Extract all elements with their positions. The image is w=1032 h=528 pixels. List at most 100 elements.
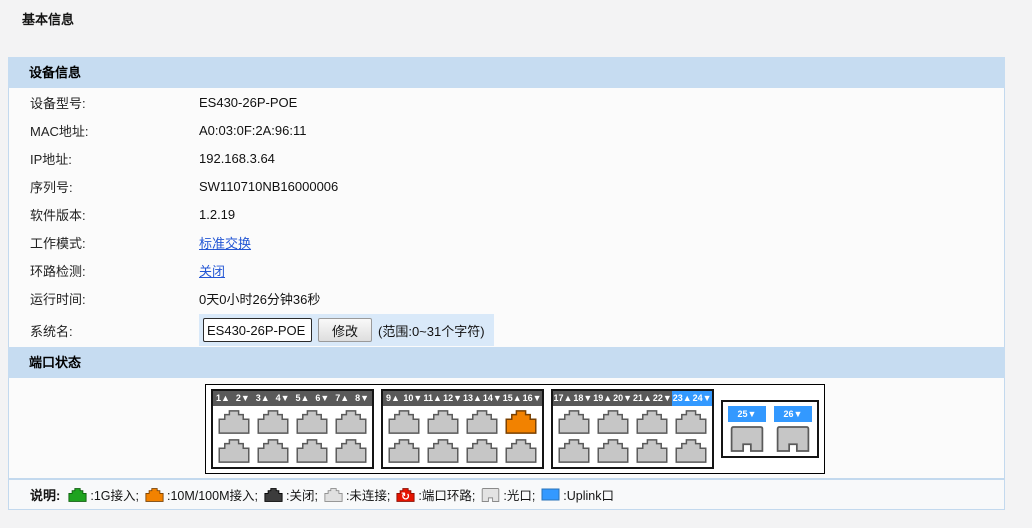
rj45-port-icon bbox=[427, 410, 459, 434]
port-number-label: 6▼ bbox=[312, 391, 332, 406]
port-legend: 说明: :1G接入;:10M/100M接入;:关闭;:未连接;↻:端口环路;:光… bbox=[8, 479, 1005, 510]
port-5[interactable] bbox=[296, 410, 328, 434]
port-row bbox=[218, 439, 367, 463]
work-mode-label: 工作模式: bbox=[30, 233, 199, 252]
port-block: 9▲10▼11▲12▼13▲14▼15▲16▼ bbox=[381, 389, 544, 469]
legend-item-label: :Uplink口 bbox=[563, 485, 614, 504]
rj45-port-icon bbox=[505, 410, 537, 434]
port-22[interactable] bbox=[636, 439, 668, 463]
rj45-port-icon bbox=[296, 439, 328, 463]
model-label: 设备型号: bbox=[30, 93, 199, 112]
rj45-port-icon bbox=[558, 439, 590, 463]
rj45-port-icon bbox=[218, 439, 250, 463]
rj45-port-icon bbox=[388, 439, 420, 463]
port-row bbox=[558, 439, 707, 463]
port-block-header: 17▲18▼19▲20▼21▲22▼23▲24▼ bbox=[553, 391, 712, 406]
port-14[interactable] bbox=[466, 439, 498, 463]
port-8[interactable] bbox=[335, 439, 367, 463]
port-3[interactable] bbox=[257, 410, 289, 434]
port-number-label: 23▲ bbox=[672, 391, 692, 406]
port-number-label: 4▼ bbox=[273, 391, 293, 406]
info-row-serial-number: 序列号: SW110710NB16000006 bbox=[9, 172, 1004, 200]
port-16[interactable] bbox=[505, 439, 537, 463]
port-block-body bbox=[553, 406, 712, 467]
port-number-label: 24▼ bbox=[692, 391, 712, 406]
port-row bbox=[388, 439, 537, 463]
port-12[interactable] bbox=[427, 439, 459, 463]
sfp-port-icon bbox=[730, 426, 764, 452]
port-15[interactable] bbox=[505, 410, 537, 434]
rj45-port-icon bbox=[388, 410, 420, 434]
port-number-label: 16▼ bbox=[522, 391, 542, 406]
port-17[interactable] bbox=[558, 410, 590, 434]
serial-number-label: 序列号: bbox=[30, 177, 199, 196]
port-1[interactable] bbox=[218, 410, 250, 434]
port-number-label: 18▼ bbox=[573, 391, 593, 406]
serial-number-value: SW110710NB16000006 bbox=[199, 179, 338, 194]
rj45-port-icon bbox=[597, 410, 629, 434]
sfp-port-block: 25▼26▼ bbox=[721, 400, 819, 458]
rj45-port-icon bbox=[68, 488, 87, 502]
port-number-label: 13▲ bbox=[463, 391, 483, 406]
legend-item-label: :光口; bbox=[503, 485, 535, 504]
work-mode-link[interactable]: 标准交换 bbox=[199, 233, 251, 252]
port-number-label: 1▲ bbox=[213, 391, 233, 406]
port-11[interactable] bbox=[427, 410, 459, 434]
rj45-port-icon bbox=[145, 488, 164, 502]
port-23[interactable] bbox=[675, 410, 707, 434]
legend-item: :未连接; bbox=[324, 485, 390, 504]
port-19[interactable] bbox=[597, 410, 629, 434]
port-status-body: 1▲2▼3▲4▼5▲6▼7▲8▼9▲10▼11▲12▼13▲14▼15▲16▼1… bbox=[8, 378, 1005, 479]
info-row-uptime: 运行时间: 0天0小时26分钟36秒 bbox=[9, 284, 1004, 312]
modify-button[interactable]: 修改 bbox=[318, 318, 372, 342]
port-number-label: 17▲ bbox=[553, 391, 573, 406]
info-row-work-mode: 工作模式: 标准交换 bbox=[9, 228, 1004, 256]
port-number-label: 9▲ bbox=[383, 391, 403, 406]
port-number-label: 2▼ bbox=[233, 391, 253, 406]
rj45-port-icon bbox=[636, 439, 668, 463]
port-18[interactable] bbox=[558, 439, 590, 463]
svg-text:↻: ↻ bbox=[401, 490, 410, 501]
port-4[interactable] bbox=[257, 439, 289, 463]
port-21[interactable] bbox=[636, 410, 668, 434]
system-name-input[interactable] bbox=[203, 318, 312, 342]
loop-detect-label: 环路检测: bbox=[30, 261, 199, 280]
system-name-label: 系统名: bbox=[30, 321, 199, 340]
info-row-loop-detect: 环路检测: 关闭 bbox=[9, 256, 1004, 284]
port-7[interactable] bbox=[335, 410, 367, 434]
legend-title: 说明: bbox=[30, 485, 60, 504]
port-2[interactable] bbox=[218, 439, 250, 463]
legend-item: ↻ :端口环路; bbox=[396, 485, 475, 504]
port-number-label: 14▼ bbox=[482, 391, 502, 406]
port-10[interactable] bbox=[388, 439, 420, 463]
port-block: 1▲2▼3▲4▼5▲6▼7▲8▼ bbox=[211, 389, 374, 469]
port-20[interactable] bbox=[597, 439, 629, 463]
port-number-label: 5▲ bbox=[293, 391, 313, 406]
legend-item-label: :1G接入; bbox=[90, 485, 139, 504]
sfp-port-icon bbox=[776, 426, 810, 452]
port-number-label: 19▲ bbox=[593, 391, 613, 406]
port-number-label: 10▼ bbox=[403, 391, 423, 406]
rj45-port-icon bbox=[324, 488, 343, 502]
port-6[interactable] bbox=[296, 439, 328, 463]
port-25[interactable] bbox=[730, 426, 764, 452]
port-status-panel: 端口状态 1▲2▼3▲4▼5▲6▼7▲8▼9▲10▼11▲12▼13▲14▼15… bbox=[8, 347, 1005, 510]
mac-address-value: A0:03:0F:2A:96:11 bbox=[199, 123, 306, 138]
port-26[interactable] bbox=[776, 426, 810, 452]
info-row-mac-address: MAC地址: A0:03:0F:2A:96:11 bbox=[9, 116, 1004, 144]
port-13[interactable] bbox=[466, 410, 498, 434]
loop-detect-link[interactable]: 关闭 bbox=[199, 261, 225, 280]
port-number-label: 7▲ bbox=[332, 391, 352, 406]
sfp-port-column: 25▼ bbox=[728, 406, 766, 452]
legend-item-label: :端口环路; bbox=[418, 485, 475, 504]
sfp-port-icon bbox=[481, 488, 500, 502]
port-loop-icon: ↻ bbox=[396, 488, 415, 502]
port-24[interactable] bbox=[675, 439, 707, 463]
rj45-port-icon bbox=[505, 439, 537, 463]
rj45-port-icon bbox=[257, 410, 289, 434]
ip-address-value: 192.168.3.64 bbox=[199, 151, 275, 166]
firmware-version-value: 1.2.19 bbox=[199, 207, 235, 222]
rj45-port-icon bbox=[558, 410, 590, 434]
port-9[interactable] bbox=[388, 410, 420, 434]
legend-item: :关闭; bbox=[264, 485, 318, 504]
